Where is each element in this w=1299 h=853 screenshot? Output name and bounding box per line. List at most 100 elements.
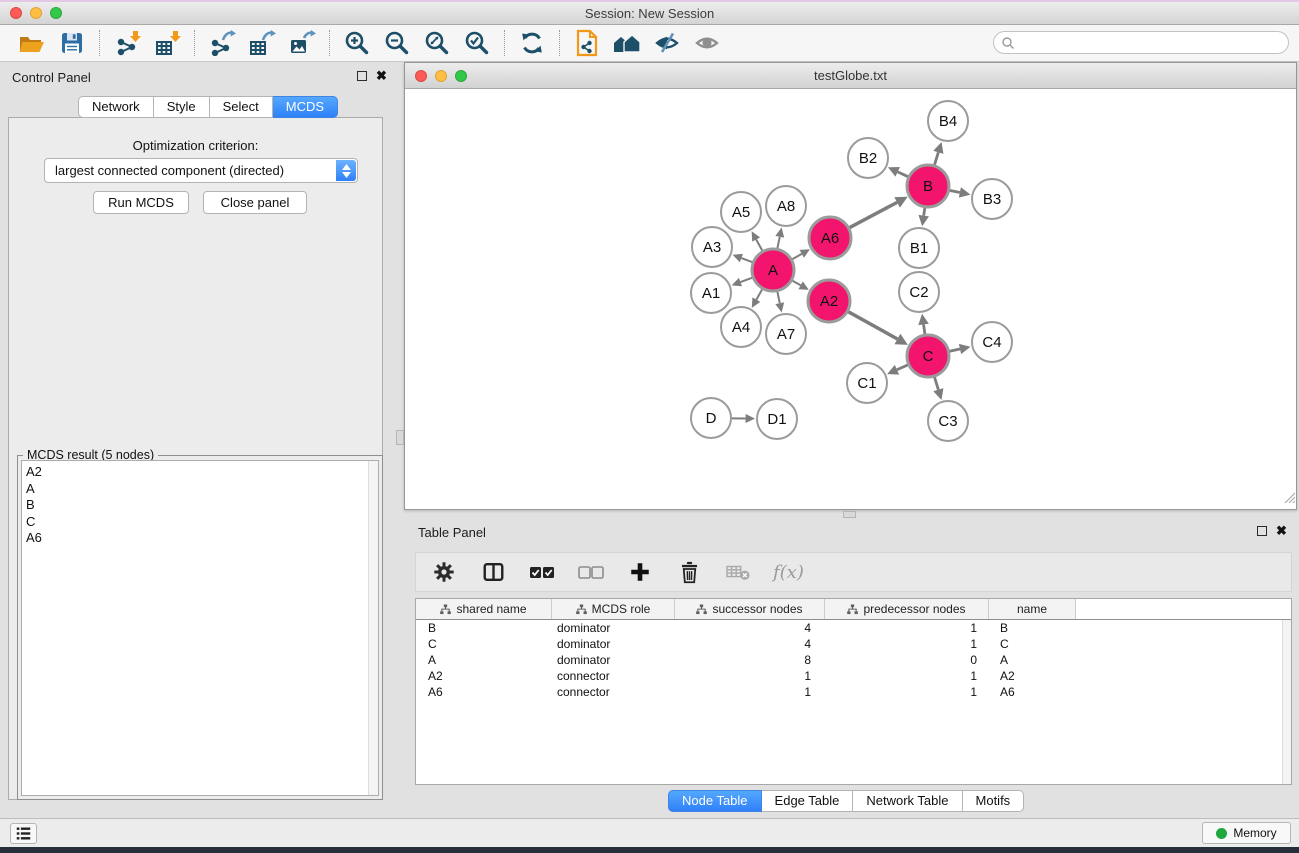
zoom-window-button[interactable]: [50, 7, 62, 19]
column-header-mcds-role[interactable]: MCDS role: [552, 599, 675, 619]
graph-node-A2[interactable]: A2: [808, 280, 850, 322]
graph-node-C3[interactable]: C3: [928, 401, 968, 441]
export-image-icon[interactable]: [282, 28, 322, 58]
run-mcds-button[interactable]: Run MCDS: [93, 191, 189, 214]
add-column-icon[interactable]: [626, 557, 654, 587]
table-row[interactable]: Cdominator41C: [416, 636, 1291, 652]
export-table-icon[interactable]: [242, 28, 282, 58]
tab-network[interactable]: Network: [78, 96, 154, 118]
hide-panels-icon[interactable]: [647, 28, 687, 58]
graph-edge-B-B2[interactable]: [888, 167, 908, 177]
mcds-list-scrollbar[interactable]: [368, 461, 378, 795]
tab-node-table[interactable]: Node Table: [668, 790, 762, 812]
show-graphics-details-icon[interactable]: [687, 28, 727, 58]
graph-node-C1[interactable]: C1: [847, 363, 887, 403]
graph-node-A3[interactable]: A3: [692, 227, 732, 267]
open-session-icon[interactable]: [12, 28, 52, 58]
graph-edge-C-C2[interactable]: [918, 314, 928, 334]
graph-node-A6[interactable]: A6: [809, 217, 851, 259]
export-network-icon[interactable]: [202, 28, 242, 58]
graph-node-D[interactable]: D: [691, 398, 731, 438]
network-canvas[interactable]: B4B2BB3B1A5A8A6A3AA1A2A4A7C2CC4C1C3DD1: [405, 89, 1296, 509]
deselect-all-checkboxes-icon[interactable]: [577, 557, 605, 587]
memory-button[interactable]: Memory: [1202, 822, 1291, 844]
graph-node-B[interactable]: B: [907, 165, 949, 207]
graph-edge-B-B4[interactable]: [933, 142, 943, 165]
column-header-predecessor-nodes[interactable]: predecessor nodes: [825, 599, 989, 619]
graph-node-C4[interactable]: C4: [972, 322, 1012, 362]
save-session-icon[interactable]: [52, 28, 92, 58]
search-field[interactable]: [993, 31, 1289, 54]
horizontal-splitter-handle[interactable]: [843, 511, 856, 518]
network-minimize-button[interactable]: [435, 70, 447, 82]
column-header-name[interactable]: name: [989, 599, 1076, 619]
graph-node-A7[interactable]: A7: [766, 314, 806, 354]
graph-node-B3[interactable]: B3: [972, 179, 1012, 219]
graph-edge-C-C1[interactable]: [887, 365, 908, 375]
vertical-splitter-handle[interactable]: [396, 430, 404, 445]
tab-style[interactable]: Style: [154, 96, 210, 118]
tab-select[interactable]: Select: [210, 96, 273, 118]
optimization-criterion-select[interactable]: largest connected component (directed): [44, 158, 358, 183]
table-scrollbar[interactable]: [1282, 620, 1291, 784]
table-row[interactable]: A2connector11A2: [416, 668, 1291, 684]
graph-edge-A-A3[interactable]: [733, 254, 753, 262]
zoom-selected-icon[interactable]: [457, 28, 497, 58]
import-table-icon[interactable]: [147, 28, 187, 58]
network-close-button[interactable]: [415, 70, 427, 82]
tab-motifs[interactable]: Motifs: [963, 790, 1025, 812]
graph-edge-C-C4[interactable]: [949, 344, 970, 354]
zoom-out-icon[interactable]: [377, 28, 417, 58]
table-panel-close-icon[interactable]: ✖: [1276, 526, 1287, 536]
show-columns-icon[interactable]: [479, 557, 507, 587]
column-header-successor-nodes[interactable]: successor nodes: [675, 599, 825, 619]
graph-edge-D-D1[interactable]: [732, 414, 755, 423]
mcds-result-item[interactable]: A2: [22, 464, 378, 481]
task-history-button[interactable]: [10, 823, 37, 844]
refresh-layout-icon[interactable]: [512, 28, 552, 58]
home-icon[interactable]: [607, 28, 647, 58]
table-row[interactable]: Adominator80A: [416, 652, 1291, 668]
control-panel-float-icon[interactable]: [357, 71, 367, 81]
mcds-result-item[interactable]: C: [22, 514, 378, 531]
delete-table-icon[interactable]: [724, 557, 752, 587]
graph-node-B1[interactable]: B1: [899, 228, 939, 268]
graph-edge-A-A8[interactable]: [775, 228, 784, 249]
graph-node-A4[interactable]: A4: [721, 307, 761, 347]
graph-edge-A2-C[interactable]: [848, 312, 908, 345]
network-canvas-svg[interactable]: B4B2BB3B1A5A8A6A3AA1A2A4A7C2CC4C1C3DD1: [405, 89, 1296, 509]
graph-node-A1[interactable]: A1: [691, 273, 731, 313]
close-window-button[interactable]: [10, 7, 22, 19]
graph-node-A8[interactable]: A8: [766, 186, 806, 226]
select-all-checkboxes-icon[interactable]: [528, 557, 556, 587]
graph-node-D1[interactable]: D1: [757, 399, 797, 439]
tab-mcds[interactable]: MCDS: [273, 96, 338, 118]
delete-column-icon[interactable]: [675, 557, 703, 587]
import-network-icon[interactable]: [107, 28, 147, 58]
graph-edge-A-A6[interactable]: [792, 249, 810, 259]
table-panel-float-icon[interactable]: [1257, 526, 1267, 536]
graph-edge-A-A4[interactable]: [752, 289, 762, 308]
open-recent-session-icon[interactable]: [567, 28, 607, 58]
zoom-fit-icon[interactable]: [417, 28, 457, 58]
tab-network-table[interactable]: Network Table: [853, 790, 962, 812]
network-zoom-button[interactable]: [455, 70, 467, 82]
function-builder-icon[interactable]: f(x): [773, 562, 804, 583]
table-row[interactable]: Bdominator41B: [416, 620, 1291, 636]
mcds-result-list[interactable]: A2ABCA6: [21, 460, 379, 796]
control-panel-close-icon[interactable]: ✖: [376, 71, 387, 81]
graph-edge-A6-B[interactable]: [849, 197, 907, 228]
graph-edge-B-B1[interactable]: [918, 208, 928, 226]
graph-edge-A-A2[interactable]: [792, 281, 809, 290]
table-row[interactable]: A6connector11A6: [416, 684, 1291, 700]
mcds-result-item[interactable]: A6: [22, 530, 378, 547]
tab-edge-table[interactable]: Edge Table: [762, 790, 854, 812]
zoom-in-icon[interactable]: [337, 28, 377, 58]
graph-node-C2[interactable]: C2: [899, 272, 939, 312]
network-window-titlebar[interactable]: testGlobe.txt: [405, 63, 1296, 89]
graph-edge-B-B3[interactable]: [950, 187, 971, 197]
graph-edge-A-A1[interactable]: [732, 278, 753, 287]
graph-node-A[interactable]: A: [752, 249, 794, 291]
graph-edge-C-C3[interactable]: [933, 377, 943, 400]
graph-node-A5[interactable]: A5: [721, 192, 761, 232]
